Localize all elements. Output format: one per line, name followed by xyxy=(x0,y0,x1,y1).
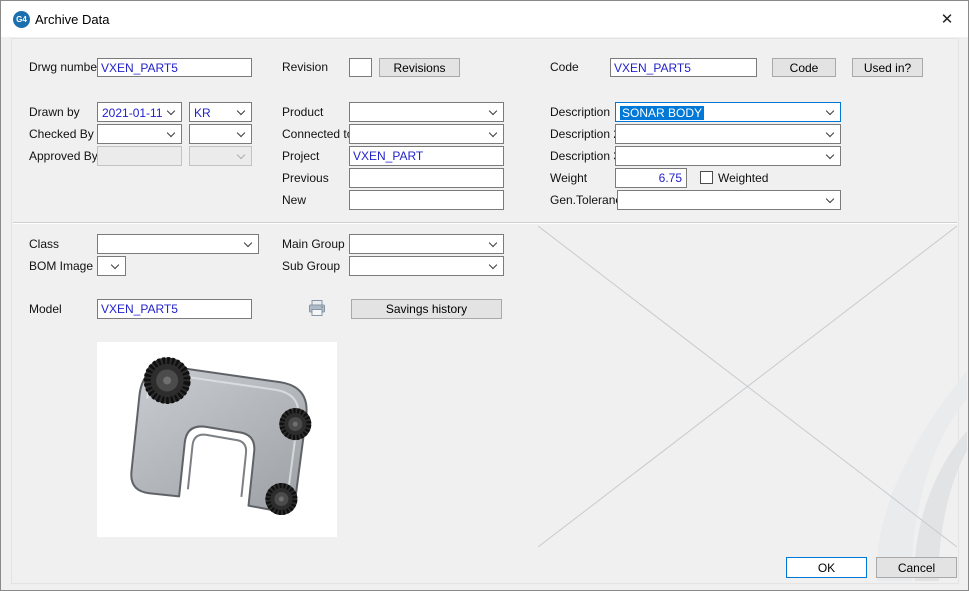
weighted-label: Weighted xyxy=(718,172,768,185)
chevron-down-icon xyxy=(826,129,834,137)
separator-line xyxy=(13,222,957,224)
ok-button[interactable]: OK xyxy=(786,557,867,578)
code-label: Code xyxy=(550,61,579,74)
code-input[interactable] xyxy=(610,58,757,77)
product-combo[interactable] xyxy=(349,102,504,122)
printer-icon xyxy=(307,298,327,318)
chevron-down-icon xyxy=(489,107,497,115)
chevron-down-icon xyxy=(167,107,175,115)
weight-label: Weight xyxy=(550,172,587,185)
code-button[interactable]: Code xyxy=(772,58,836,77)
cancel-button[interactable]: Cancel xyxy=(876,557,957,578)
chevron-down-icon xyxy=(826,151,834,159)
approved-by-field xyxy=(97,146,182,166)
revision-input[interactable] xyxy=(349,58,372,77)
drawn-by-date-combo[interactable]: 2021-01-11 xyxy=(97,102,182,122)
drawn-by-initials-value: KR xyxy=(194,106,211,120)
sub-group-combo[interactable] xyxy=(349,256,504,276)
chevron-down-icon xyxy=(237,129,245,137)
chevron-down-icon xyxy=(826,195,834,203)
weight-input[interactable] xyxy=(615,168,687,188)
description-label: Description xyxy=(550,106,610,119)
chevron-down-icon xyxy=(167,129,175,137)
chevron-down-icon xyxy=(237,151,245,159)
checked-by-date-combo[interactable] xyxy=(97,124,182,144)
chevron-down-icon xyxy=(489,239,497,247)
gen-tolerance-combo[interactable] xyxy=(617,190,841,210)
main-group-label: Main Group xyxy=(282,238,345,251)
main-group-combo[interactable] xyxy=(349,234,504,254)
description3-label: Description 3 xyxy=(550,150,620,163)
part-3d-image xyxy=(97,342,337,537)
model-input[interactable] xyxy=(97,299,252,319)
drawn-by-label: Drawn by xyxy=(29,106,80,119)
sub-group-label: Sub Group xyxy=(282,260,340,273)
bom-image-combo[interactable] xyxy=(97,256,126,276)
chevron-down-icon xyxy=(489,129,497,137)
project-input[interactable] xyxy=(349,146,504,166)
description-combo[interactable]: SONAR BODY xyxy=(615,102,841,122)
description2-label: Description 2 xyxy=(550,128,620,141)
connected-to-label: Connected to xyxy=(282,128,353,141)
drwg-number-label: Drwg number xyxy=(29,61,101,74)
connected-to-combo[interactable] xyxy=(349,124,504,144)
app-logo-icon: G4 xyxy=(13,11,30,28)
chevron-down-icon xyxy=(489,261,497,269)
checked-by-label: Checked By xyxy=(29,128,94,141)
bom-image-label: BOM Image xyxy=(29,260,93,273)
approved-by-label: Approved By xyxy=(29,150,98,163)
close-icon[interactable]: ✕ xyxy=(926,1,968,37)
chevron-down-icon xyxy=(244,239,252,247)
class-label: Class xyxy=(29,238,59,251)
savings-history-button[interactable]: Savings history xyxy=(351,299,502,319)
description-value: SONAR BODY xyxy=(620,106,704,120)
weighted-checkbox[interactable] xyxy=(700,171,713,184)
archive-data-dialog: G4 Archive Data ✕ Drwg number Revision R… xyxy=(0,0,969,591)
previous-input[interactable] xyxy=(349,168,504,188)
description3-combo[interactable] xyxy=(615,146,841,166)
project-label: Project xyxy=(282,150,319,163)
used-in-button[interactable]: Used in? xyxy=(852,58,923,77)
model-label: Model xyxy=(29,303,62,316)
previous-label: Previous xyxy=(282,172,329,185)
new-label: New xyxy=(282,194,306,207)
chevron-down-icon xyxy=(111,261,119,269)
drwg-number-input[interactable] xyxy=(97,58,252,77)
description2-combo[interactable] xyxy=(615,124,841,144)
revision-label: Revision xyxy=(282,61,328,74)
drawn-by-initials-combo[interactable]: KR xyxy=(189,102,252,122)
window-title: Archive Data xyxy=(35,12,109,27)
class-combo[interactable] xyxy=(97,234,259,254)
titlebar: G4 Archive Data ✕ xyxy=(1,1,968,37)
model-preview-image xyxy=(97,342,337,537)
new-input[interactable] xyxy=(349,190,504,210)
checked-by-initials-combo[interactable] xyxy=(189,124,252,144)
chevron-down-icon xyxy=(237,107,245,115)
chevron-down-icon xyxy=(826,107,834,115)
revisions-button[interactable]: Revisions xyxy=(379,58,460,77)
drawn-by-date-value: 2021-01-11 xyxy=(102,106,163,120)
product-label: Product xyxy=(282,106,323,119)
empty-preview-placeholder xyxy=(538,226,957,547)
approved-by-combo xyxy=(189,146,252,166)
